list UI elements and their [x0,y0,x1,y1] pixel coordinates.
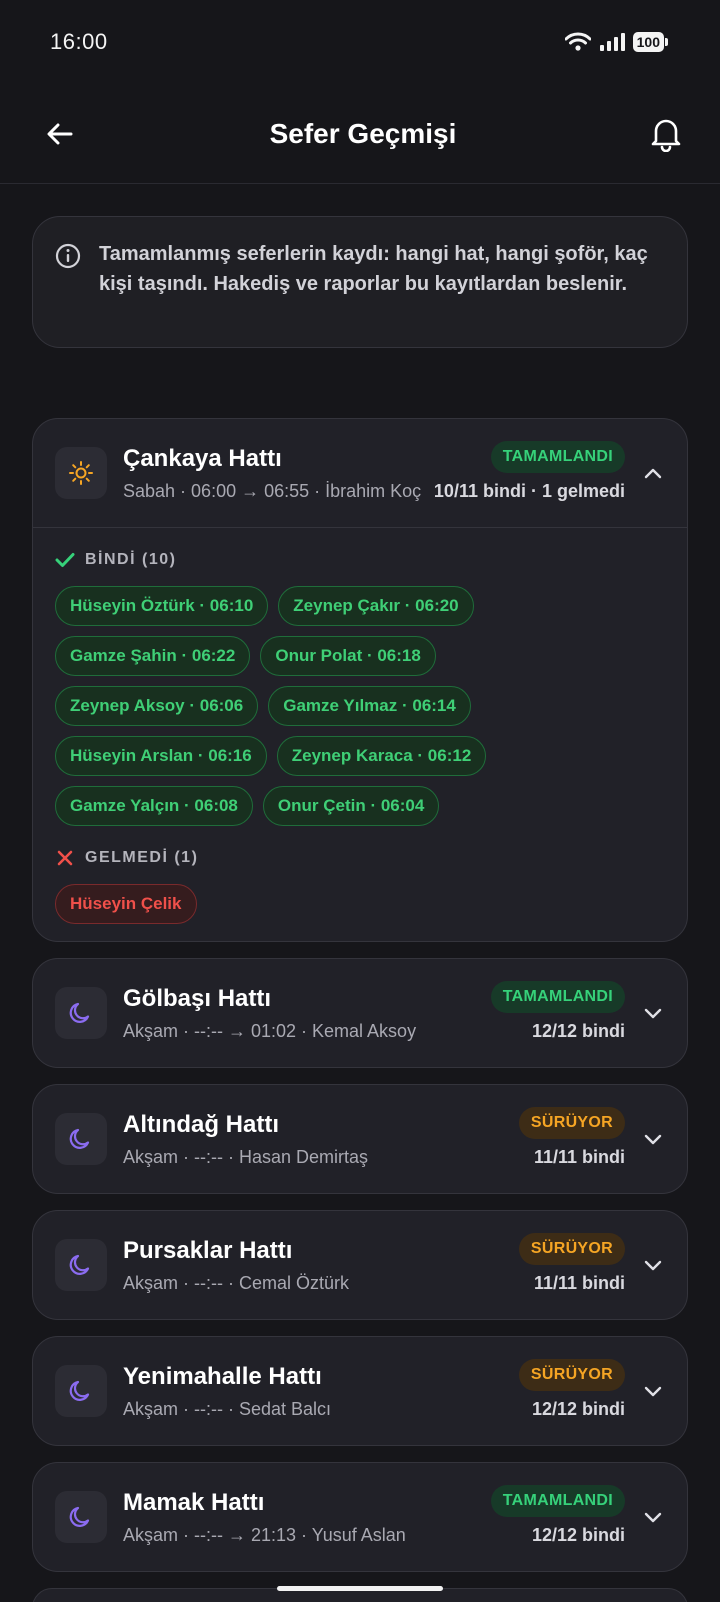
route-icon-box [55,1239,107,1291]
trip-card[interactable]: Altındağ Hattı Akşam · --:-- · Hasan Dem… [32,1084,688,1194]
chevron-up-icon [644,468,662,479]
trip-card-header[interactable]: Çankaya Hattı Sabah · 06:00 → 06:55 · İb… [33,419,687,527]
route-subtitle: Akşam · --:-- · Cemal Öztürk [123,1273,350,1293]
boarded-section-header: BİNDİ (10) [55,548,665,572]
trip-card[interactable]: Gölbaşı Hattı Akşam · --:-- → 01:02 · Ke… [32,958,688,1068]
home-indicator[interactable] [277,1586,443,1591]
expand-button[interactable] [639,1125,667,1153]
route-icon-box [55,987,107,1039]
boarding-count: 12/12 bindi [531,1021,625,1041]
trip-card[interactable]: Mamak Hattı Akşam · --:-- → 21:13 · Yusu… [32,1462,688,1572]
chevron-down-icon [644,1008,662,1019]
page-title: Sefer Geçmişi [269,117,457,149]
passenger-chip[interactable]: Onur Çetin · 06:04 [262,786,440,826]
route-subtitle: Akşam · --:-- · Hasan Demirtaş [123,1147,369,1167]
absent-label: GELMEDİ (1) [85,849,199,866]
arrow-left-icon [47,123,73,144]
trip-card-header[interactable]: Mamak Hattı Akşam · --:-- → 21:13 · Yusu… [33,1463,687,1571]
route-icon-box [55,1365,107,1417]
trip-card[interactable]: Yenimahalle Hattı Akşam · --:-- · Sedat … [32,1336,688,1446]
status-bar: 16:00 100 [0,0,720,84]
trip-card[interactable]: Pursaklar Hattı Akşam · --:-- · Cemal Öz… [32,1210,688,1320]
route-name: Çankaya Hattı [123,445,282,472]
passenger-chip[interactable]: Gamze Yalçın · 06:08 [55,786,253,826]
trip-card-header[interactable]: Yenimahalle Hattı Akşam · --:-- · Sedat … [33,1337,687,1445]
passenger-chip[interactable]: Zeynep Karaca · 06:12 [276,736,487,776]
passenger-chip[interactable]: Zeynep Aksoy · 06:06 [55,686,259,726]
route-name: Gölbaşı Hattı [123,985,272,1012]
sun-icon [69,461,93,485]
status-badge: SÜRÜYOR [518,1233,625,1265]
boarding-count: 11/11 bindi [533,1273,625,1293]
back-button[interactable] [40,114,80,154]
expand-button[interactable] [639,1251,667,1279]
boarded-label: BİNDİ (10) [85,551,177,568]
info-box: Tamamlanmış seferlerin kaydı: hangi hat,… [32,216,688,348]
absent-section-header: GELMEDİ (1) [55,846,665,870]
chevron-down-icon [644,1512,662,1523]
route-name: Yenimahalle Hattı [123,1363,322,1390]
expand-button[interactable] [639,1377,667,1405]
passenger-chip[interactable]: Hüseyin Arslan · 06:16 [55,736,267,776]
absent-list: Hüseyin Çelik [55,884,615,924]
info-icon [55,243,81,269]
moon-icon [69,1002,90,1023]
app-header: Sefer Geçmişi [0,84,720,184]
notifications-button[interactable] [646,114,686,154]
status-icons: 100 [564,32,668,52]
passenger-chip[interactable]: Onur Polat · 06:18 [260,636,436,676]
moon-icon [69,1380,90,1401]
battery-level: 100 [632,32,664,52]
status-badge: SÜRÜYOR [518,1359,625,1391]
status-badge: TAMAMLANDI [490,1485,625,1517]
trip-card-header[interactable]: Pursaklar Hattı Akşam · --:-- · Cemal Öz… [33,1211,687,1319]
route-subtitle: Akşam · --:-- · Sedat Balcı [123,1399,332,1419]
moon-icon [69,1506,90,1527]
status-badge: SÜRÜYOR [518,1107,625,1139]
route-name: Pursaklar Hattı [123,1237,293,1264]
status-badge: TAMAMLANDI [490,981,625,1013]
route-name: Altındağ Hattı [123,1111,279,1138]
expand-button[interactable] [639,999,667,1027]
absent-passenger-chip[interactable]: Hüseyin Çelik [55,884,197,924]
chevron-down-icon [644,1134,662,1145]
trip-card[interactable]: Çankaya Hattı Sabah · 06:00 → 06:55 · İb… [32,418,688,942]
route-subtitle: Akşam · --:-- → 21:13 · Yusuf Aslan [123,1525,406,1545]
route-icon-box [55,1113,107,1165]
close-icon [57,850,73,866]
boarding-count: 10/11 bindi · 1 gelmedi [433,481,625,501]
route-icon-box [55,1491,107,1543]
battery-icon: 100 [632,32,668,52]
boarding-count: 12/12 bindi [531,1525,625,1545]
route-name: Mamak Hattı [123,1489,265,1516]
route-icon-box [55,447,107,499]
boarding-count: 12/12 bindi [531,1399,625,1419]
info-text: Tamamlanmış seferlerin kaydı: hangi hat,… [99,243,648,295]
chevron-down-icon [644,1386,662,1397]
check-icon [55,553,75,567]
status-badge: TAMAMLANDI [490,441,625,473]
boarded-list: Hüseyin Öztürk · 06:10 Zeynep Çakır · 06… [55,586,615,826]
trip-card-header[interactable]: Gölbaşı Hattı Akşam · --:-- → 01:02 · Ke… [33,959,687,1067]
wifi-icon [564,32,591,51]
bell-icon [651,119,681,152]
boarding-count: 11/11 bindi [533,1147,625,1167]
moon-icon [69,1254,90,1275]
collapse-button[interactable] [639,459,667,487]
passenger-chip[interactable]: Hüseyin Öztürk · 06:10 [55,586,269,626]
passenger-chip[interactable]: Zeynep Çakır · 06:20 [278,586,474,626]
expand-button[interactable] [639,1503,667,1531]
chevron-down-icon [644,1260,662,1271]
trip-card-header[interactable]: Altındağ Hattı Akşam · --:-- · Hasan Dem… [33,1085,687,1193]
status-time: 16:00 [50,29,108,54]
passenger-chip[interactable]: Gamze Şahin · 06:22 [55,636,251,676]
passenger-chip[interactable]: Gamze Yılmaz · 06:14 [268,686,471,726]
route-subtitle: Sabah · 06:00 → 06:55 · İbrahim Koç [123,481,422,501]
trip-card-details: BİNDİ (10) Hüseyin Öztürk · 06:10 Zeynep… [33,527,687,941]
route-subtitle: Akşam · --:-- → 01:02 · Kemal Aksoy [123,1021,417,1041]
signal-icon [599,33,625,51]
moon-icon [69,1128,90,1149]
